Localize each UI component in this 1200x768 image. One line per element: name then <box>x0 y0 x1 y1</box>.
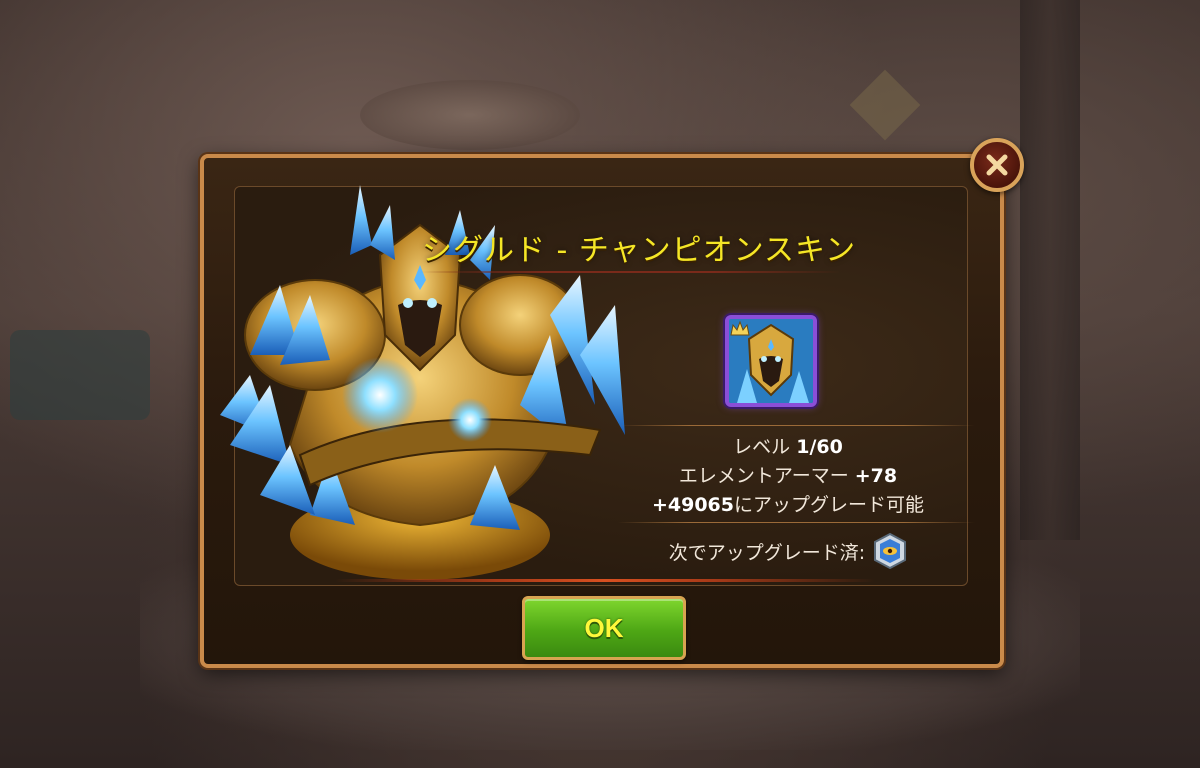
close-button[interactable] <box>970 138 1024 192</box>
level-value: 1/60 <box>796 436 843 458</box>
separator <box>618 425 975 426</box>
level-line: レベル 1/60 <box>618 433 958 462</box>
separator <box>618 522 975 523</box>
upgrade-label: にアップグレード可能 <box>734 494 925 516</box>
upgrade-with-row: 次でアップグレード済: <box>618 533 958 569</box>
level-label: レベル <box>733 436 791 458</box>
background-sign <box>849 69 921 141</box>
upgrade-value: +49065 <box>651 494 734 516</box>
upgrade-line: +49065にアップグレード可能 <box>618 491 958 520</box>
dialog-title: シグルド - チャンピオンスキン <box>422 233 857 268</box>
close-icon <box>986 154 1008 176</box>
armor-value: +78 <box>854 465 898 487</box>
ok-button[interactable]: OK <box>522 596 686 660</box>
skin-info-panel: シグルド - チャンピオンスキン レベル 1/60 エレメントアーマー +78 … <box>220 185 975 586</box>
element-emblem-icon[interactable] <box>873 533 907 569</box>
background-chair <box>10 330 150 420</box>
background-tower <box>1020 0 1080 540</box>
armor-label: エレメントアーマー <box>678 465 849 487</box>
ok-button-label: OK <box>584 612 624 643</box>
skin-stats: レベル 1/60 エレメントアーマー +78 +49065にアップグレード可能 <box>618 433 958 520</box>
skin-dialog: シグルド - チャンピオンスキン レベル 1/60 エレメントアーマー +78 … <box>200 154 1004 668</box>
title-underline <box>420 271 840 273</box>
panel-glow <box>335 579 875 582</box>
armor-line: エレメントアーマー +78 <box>618 462 958 491</box>
background-bowl <box>360 80 580 150</box>
hero-portrait <box>725 315 817 407</box>
upgrade-with-label: 次でアップグレード済: <box>668 541 866 564</box>
crown-icon <box>730 320 750 336</box>
